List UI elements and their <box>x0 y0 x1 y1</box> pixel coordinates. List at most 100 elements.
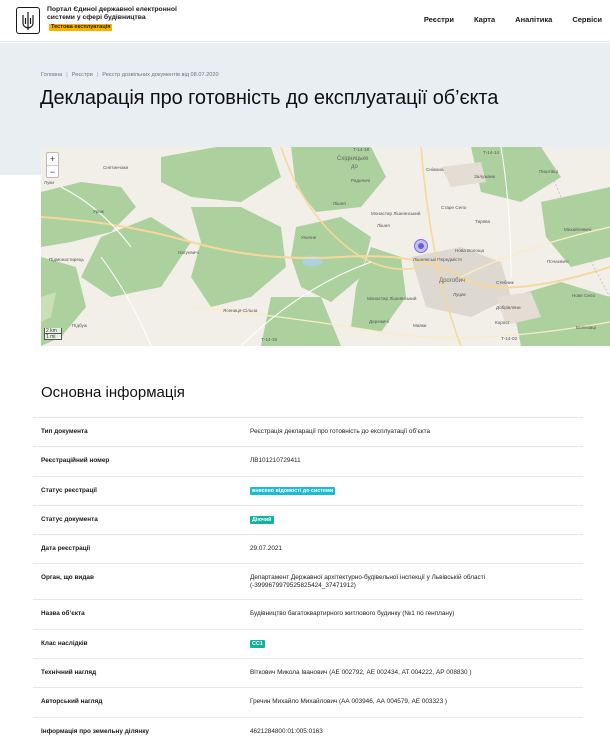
map-label: Луки <box>44 180 54 185</box>
nav-analytics[interactable]: Аналітика <box>515 15 552 24</box>
info-row-registration-status: Статус реєстрації внесено відомості до с… <box>33 475 583 505</box>
zoom-in-button[interactable]: + <box>47 153 58 165</box>
info-label: Реєстраційний номер <box>41 457 110 465</box>
map-label: Луцик <box>453 292 466 297</box>
section-title: Основна інформація <box>41 384 185 401</box>
map-label: Нова Волоща <box>455 248 485 253</box>
map-tiles <box>41 147 610 346</box>
map-label: Монастир Лішнянський <box>371 211 421 216</box>
info-label: Статус реєстрації <box>41 486 97 494</box>
map-label: Урож <box>93 209 104 214</box>
info-value: Департамент Державної архітектурно-будів… <box>250 574 486 590</box>
map-label: Болехівці <box>576 325 597 330</box>
portal-title-text: Портал Єдиної державної електронної сист… <box>47 6 177 22</box>
info-row-document-type: Тип документа Реєстрація декларації про … <box>33 417 583 446</box>
info-label: Назва об’єкта <box>41 610 85 618</box>
object-location-marker[interactable] <box>414 239 428 253</box>
nav-registries[interactable]: Реєстри <box>424 15 454 24</box>
map-label: Корост <box>495 320 510 325</box>
breadcrumb-registries[interactable]: Реєстри <box>72 72 93 78</box>
info-row-consequence-class: Клас наслідків СС1 <box>33 628 583 658</box>
info-label: Технічний нагляд <box>41 669 97 677</box>
test-operation-badge: Тестова експлуатація <box>49 23 113 32</box>
zoom-control: + − <box>46 152 59 178</box>
info-label: Тип документа <box>41 428 88 435</box>
map-label: Сніжана <box>426 167 444 172</box>
breadcrumb-separator: | <box>96 72 99 78</box>
info-row-registration-number: Реєстраційний номер ЛВ101210729411 <box>33 446 583 475</box>
map-label: Лішнянські Передмістя <box>413 257 462 262</box>
map-label: Маяки <box>413 323 427 328</box>
breadcrumb-home[interactable]: Головна <box>41 72 62 78</box>
info-row-technical-supervision: Технічний нагляд Віткович Микола Іванови… <box>33 658 583 687</box>
info-row-document-status: Статус документа Діючий <box>33 504 583 534</box>
map-label: Раделичі <box>351 178 371 183</box>
info-row-land-plot: Інформація про земельну ділянку 46212848… <box>33 716 583 746</box>
info-row-author-supervision: Авторський нагляд Гречин Михайло Михайло… <box>33 687 583 716</box>
map-label: Монастир Лішнянський <box>367 296 417 301</box>
map-label: Т-14-14 <box>483 150 500 155</box>
map-label: Добрівляни <box>496 305 521 310</box>
map-label: Лішня <box>333 201 346 206</box>
map-label: Підбуж <box>72 323 87 328</box>
map-label: Стебник <box>496 280 514 285</box>
info-table: Тип документа Реєстрація декларації про … <box>33 417 583 746</box>
registration-status-badge: внесено відомості до системи <box>250 486 336 496</box>
map-label: Пиштівці <box>539 169 558 174</box>
page-title: Декларація про готовність до експлуатаці… <box>40 87 499 109</box>
document-status-badge: Діючий <box>250 515 274 525</box>
map-label: Ясениця-Сільна <box>223 308 258 313</box>
info-row-issuing-authority: Орган, що видав Департамент Державної ар… <box>33 563 583 599</box>
map-label: Східницьке <box>337 156 369 162</box>
map-label: Старе Село <box>441 205 467 210</box>
map-label: Т-14-02 <box>501 336 518 341</box>
info-value: 4621284800:01:005:0163 <box>250 727 323 735</box>
map-scale: 2 km 1 mi <box>44 328 62 340</box>
zoom-out-button[interactable]: − <box>47 165 58 177</box>
map-label: Снятинчаки <box>103 165 129 170</box>
trident-logo-icon[interactable] <box>16 7 40 34</box>
main-nav: Реєстри Карта Аналітика Сервіси <box>404 15 602 24</box>
breadcrumb-separator: | <box>66 72 68 78</box>
info-value: СС1 <box>250 639 583 658</box>
map-label: Почаєвичі <box>547 259 569 264</box>
map-label: Т-14-18 <box>353 147 370 152</box>
map-label: Уличне <box>301 235 317 240</box>
info-label: Дата реєстрації <box>41 545 91 553</box>
breadcrumb-current: Реєстр дозвільних документів від 08.07.2… <box>102 72 219 78</box>
info-label: Клас наслідків <box>41 639 88 647</box>
location-map[interactable]: + − Т-14-18 Т-14-14 Східницьке до Радели… <box>41 147 610 346</box>
info-value: 29.07.2021 <box>250 545 282 553</box>
map-label: Михайлевичі <box>564 227 592 232</box>
info-row-registration-date: Дата реєстрації 29.07.2021 <box>33 534 583 563</box>
breadcrumb: Головна | Реєстри | Реєстр дозвільних до… <box>41 72 219 78</box>
map-label: Дрогобич <box>439 278 466 284</box>
consequence-class-badge: СС1 <box>250 639 265 649</box>
info-row-object-name: Назва об’єкта Будівництво багатоквартирн… <box>33 599 583 628</box>
info-label: Орган, що видав <box>41 574 94 582</box>
info-value: Реєстрація декларації про готовність до … <box>250 428 431 435</box>
map-label: Лішня <box>377 223 390 228</box>
info-value: внесено відомості до системи <box>250 486 583 505</box>
map-label: Т-14-15 <box>261 337 278 342</box>
scale-mi: 1 mi <box>44 334 62 340</box>
info-value: Будівництво багатоквартирного житлового … <box>250 610 455 618</box>
info-value: Діючий <box>250 515 583 534</box>
info-value: Віткович Микола Іванович (АЕ 002792, АЕ … <box>250 669 472 677</box>
info-label: Інформація про земельну ділянку <box>41 727 149 735</box>
map-label: Тирява <box>475 219 491 224</box>
info-label: Статус документа <box>41 515 98 523</box>
map-label: Підмонастирець <box>49 257 84 262</box>
nav-map[interactable]: Карта <box>474 15 495 24</box>
portal-title[interactable]: Портал Єдиної державної електронної сист… <box>47 6 177 32</box>
map-label: Нагуєвичі <box>178 250 199 255</box>
info-value: Гречин Михайло Михайлович (АА 003946, АА… <box>250 698 448 706</box>
info-label: Авторський нагляд <box>41 698 103 706</box>
map-label: до <box>351 164 358 170</box>
site-header: Портал Єдиної державної електронної сист… <box>0 0 610 42</box>
map-label: Нове Село <box>572 293 596 298</box>
nav-services[interactable]: Сервіси <box>572 15 602 24</box>
map-label: Залужани <box>474 174 496 179</box>
info-value: ЛВ101210729411 <box>250 457 301 465</box>
map-label: Дережичі <box>369 319 389 324</box>
